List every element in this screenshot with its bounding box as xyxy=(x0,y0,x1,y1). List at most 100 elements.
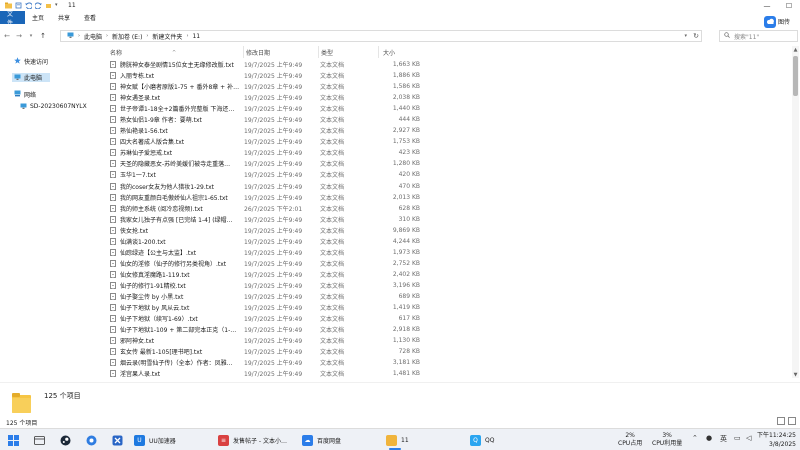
file-row[interactable]: 仙子下地狱 by 风从云.txt 19/7/2025 上午9:49 文本文档 1,41… xyxy=(108,302,788,313)
file-row[interactable]: 熟仙艳录1-56.txt 19/7/2025 上午9:49 文本文档 2,927 KB xyxy=(108,125,788,136)
file-row[interactable]: 天圣的隐藏恶女-苏岭美媛们被寺走重落… 19/7/2025 上午9:49 文本文档 1… xyxy=(108,158,788,169)
breadcrumb-drive[interactable]: 新加卷 (E:) xyxy=(112,32,142,41)
file-row[interactable]: 邪阿神女.txt 19/7/2025 上午9:49 文本文档 1,130 KB xyxy=(108,335,788,346)
uu-accelerator-icon: U xyxy=(134,434,145,446)
nav-item-network-computer[interactable]: SD-20230607NYLX xyxy=(20,102,87,111)
file-row[interactable]: 玉华1一7.txt 19/7/2025 上午9:49 文本文档 420 KB xyxy=(108,169,788,180)
maximize-button[interactable]: ☐ xyxy=(778,0,800,11)
file-row[interactable]: 神女赋【小磨者原版1-75 + 番外8章 + 补… 19/7/2025 上午9:4… xyxy=(108,81,788,92)
nav-item-this-pc[interactable]: 此电脑 xyxy=(12,73,50,82)
file-row[interactable]: 仙满谈1-200.txt 19/7/2025 上午9:49 文本文档 4,244 KB xyxy=(108,236,788,247)
address-bar[interactable]: › 此电脑 › 新加卷 (E:) › 新建文件夹 › 11 ▾ ↻ xyxy=(60,30,702,42)
volume-icon[interactable]: ◁ xyxy=(746,434,751,442)
search-box[interactable]: 搜索"11" xyxy=(719,30,798,42)
file-type: 文本文档 xyxy=(320,349,345,357)
file-row[interactable]: 世子帝谭1-18全+2篇番外完整版 下海还… 19/7/2025 上午9:49 文本… xyxy=(108,103,788,114)
breadcrumb-current[interactable]: 11 xyxy=(192,33,200,40)
scroll-thumb[interactable] xyxy=(793,56,798,96)
recent-dropdown-icon[interactable]: ▾ xyxy=(26,31,36,41)
file-row[interactable]: 熟女仙侣1-9章 作者：要萌.txt 19/7/2025 上午9:49 文本文档 44… xyxy=(108,114,788,125)
tab-file[interactable]: 文件 xyxy=(0,11,25,27)
breadcrumb-new-folder[interactable]: 新建文件夹 xyxy=(152,32,182,41)
file-type: 文本文档 xyxy=(320,172,345,180)
tray-app-icon[interactable]: ● xyxy=(706,434,712,442)
file-row[interactable]: 仙踪绿迹【公主与太监】.txt 19/7/2025 上午9:49 文本文档 1,973… xyxy=(108,247,788,258)
vertical-scrollbar[interactable]: ▲ ▼ xyxy=(792,46,799,378)
column-divider[interactable] xyxy=(318,46,319,58)
file-row[interactable]: 我的网友重颜白毛傲娇仙人祖宗1-65.txt 19/7/2025 上午9:49 文本… xyxy=(108,192,788,203)
network-icon[interactable]: ▭ xyxy=(734,434,741,442)
forward-arrow-icon[interactable]: → xyxy=(14,31,24,41)
cpu-usage-value: 2% xyxy=(625,432,635,439)
cpu-usage-widget[interactable]: 2% CPU占用 xyxy=(618,432,642,448)
file-row[interactable]: 四大名著成人版合集.txt 19/7/2025 上午9:49 文本文档 1,753 K… xyxy=(108,136,788,147)
minimize-button[interactable]: — xyxy=(756,0,778,11)
file-type: 文本文档 xyxy=(320,371,345,379)
file-row[interactable]: 仙女修真淫魔路1-119.txt 19/7/2025 上午9:49 文本文档 2,40… xyxy=(108,269,788,280)
taskbar-app-notepad[interactable]: ≡ 发售帖子 - 文本小… xyxy=(218,432,287,448)
scroll-up-icon[interactable]: ▲ xyxy=(792,46,799,53)
file-name: 膀胱神女泰坐剧情15位女主无缘修改版.txt xyxy=(120,62,234,70)
address-dropdown-icon[interactable]: ▾ xyxy=(684,33,687,39)
customize-dropdown-icon[interactable]: ▾ xyxy=(55,2,62,9)
column-header-name[interactable]: 名称 xyxy=(110,47,122,58)
cloud-label: 图传 xyxy=(778,19,791,26)
file-row[interactable]: 仙子下地狱（续写1-69）.txt 19/7/2025 上午9:49 文本文档 617… xyxy=(108,313,788,324)
nav-item-quick-access[interactable]: 快速访问 xyxy=(14,57,48,66)
file-row[interactable]: 我家女儿独子有点强 [已完结 1-4] (绿帽… 19/7/2025 上午9:49… xyxy=(108,214,788,225)
tray-overflow-icon[interactable]: ⌃ xyxy=(692,434,698,442)
task-view-icon[interactable] xyxy=(32,433,46,447)
cpu-utilization-widget[interactable]: 3% CPU利用量 xyxy=(652,432,682,448)
breadcrumb-this-pc[interactable]: 此电脑 xyxy=(84,32,102,41)
tab-share[interactable]: 共享 xyxy=(51,11,77,24)
file-date: 19/7/2025 上午9:49 xyxy=(244,84,303,92)
start-icon[interactable] xyxy=(6,433,20,447)
file-type: 文本文档 xyxy=(320,73,345,81)
column-divider[interactable] xyxy=(243,46,244,58)
tab-home[interactable]: 主页 xyxy=(25,11,51,24)
taskbar-app-uu[interactable]: U UU加速器 xyxy=(134,432,176,448)
taskbar-app-qq[interactable]: Q QQ xyxy=(470,432,494,448)
file-row[interactable]: 淫宫果人录.txt 19/7/2025 上午9:49 文本文档 1,481 KB xyxy=(108,368,788,379)
file-row[interactable]: 仙女的淫修（仙子的修行另类视角）.txt 19/7/2025 上午9:49 文本文档… xyxy=(108,258,788,269)
back-arrow-icon[interactable]: ← xyxy=(2,31,12,41)
nav-item-network[interactable]: 网络 xyxy=(14,90,36,99)
up-arrow-icon[interactable]: ↑ xyxy=(38,31,48,41)
column-header-date[interactable]: 修改日期 xyxy=(246,47,270,58)
redo-icon[interactable] xyxy=(34,2,42,10)
file-name: 邪阿神女.txt xyxy=(120,338,155,346)
file-row[interactable]: 烟云录(明雪仙子传)（全本）作者：凤雅… 19/7/2025 上午9:49 文本文档… xyxy=(108,357,788,368)
refresh-icon[interactable]: ↻ xyxy=(693,32,699,40)
file-row[interactable]: 入丽专栋.txt 19/7/2025 上午9:49 文本文档 1,886 KB xyxy=(108,70,788,81)
column-header-size[interactable]: 大小 xyxy=(383,47,395,58)
file-row[interactable]: 仙子娶尘传 by 小黑.txt 19/7/2025 上午9:49 文本文档 689 K… xyxy=(108,291,788,302)
file-row[interactable]: 侠女抢.txt 19/7/2025 上午9:49 文本文档 9,869 KB xyxy=(108,225,788,236)
clock[interactable]: 下午11:24:25 3/8/2025 xyxy=(757,431,796,449)
search-placeholder: 搜索"11" xyxy=(734,33,760,41)
taskbar-app-baidu-netdisk[interactable]: ☁ 百度网盘 xyxy=(302,432,341,448)
scroll-down-icon[interactable]: ▼ xyxy=(792,371,799,378)
app-icon[interactable] xyxy=(84,433,98,447)
pinned-app-icon[interactable] xyxy=(110,433,124,447)
column-divider[interactable] xyxy=(378,46,379,58)
column-header-type[interactable]: 类型 xyxy=(321,47,333,58)
file-size: 470 KB xyxy=(398,182,420,190)
undo-icon[interactable] xyxy=(25,2,33,10)
file-row[interactable]: 我的coser女友为他人猎妆1-29.txt 19/7/2025 上午9:49 文本… xyxy=(108,181,788,192)
details-view-icon[interactable] xyxy=(777,417,785,425)
file-row[interactable]: 我的师主系统 (阅冷恋视频).txt 26/7/2025 下午2:01 文本文档 62… xyxy=(108,203,788,214)
file-date: 19/7/2025 上午9:49 xyxy=(244,95,303,103)
large-icons-view-icon[interactable] xyxy=(788,417,796,425)
file-row[interactable]: 仙子下地狱1-109 + 第二部完本正克（1-… 19/7/2025 上午9:49… xyxy=(108,324,788,335)
taskbar-app-explorer[interactable]: 11 xyxy=(386,432,409,450)
steam-icon[interactable] xyxy=(58,433,72,447)
tray-input-method[interactable]: 英 xyxy=(720,434,727,444)
file-name-cell: 仙满谈1-200.txt xyxy=(110,237,244,246)
baidu-netdisk-icon: ☁ xyxy=(302,434,313,446)
file-row[interactable]: 玄女传 最新1-105[理书吧].txt 19/7/2025 上午9:49 文本文档… xyxy=(108,346,788,357)
file-row[interactable]: 膀胱神女泰坐剧情15位女主无缘修改版.txt 19/7/2025 上午9:49 文本… xyxy=(108,59,788,70)
file-row[interactable]: 仙子的修行1-91精校.txt 19/7/2025 上午9:49 文本文档 3,196… xyxy=(108,280,788,291)
file-row[interactable]: 神女遇圣录.txt 19/7/2025 上午9:49 文本文档 2,038 KB xyxy=(108,92,788,103)
tab-view[interactable]: 查看 xyxy=(77,11,103,24)
file-row[interactable]: 苏琳仙子爱惩戒.txt 19/7/2025 上午9:49 文本文档 423 KB xyxy=(108,147,788,158)
